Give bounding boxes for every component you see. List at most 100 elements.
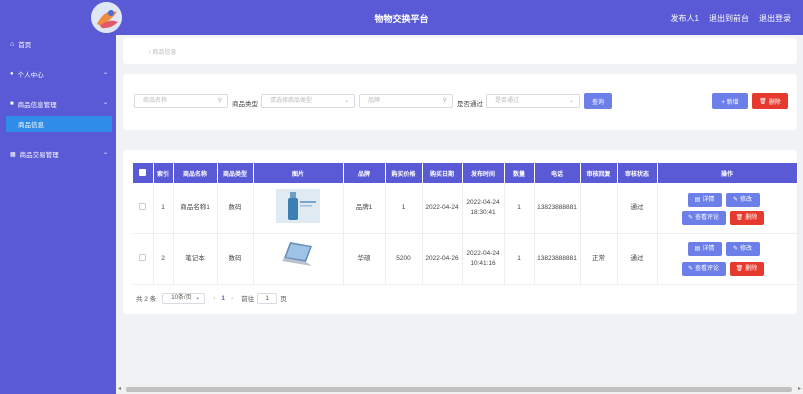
pass-select[interactable]: 是否通过 ⌄ [486,94,580,108]
view-comments-button[interactable]: ✎ 查看评论 [681,262,726,276]
cell-buy-date: 2022-04-26 [422,233,463,285]
cell-publish-time: 2022-04-24 10:41:16 [462,233,505,285]
pass-label: 是否通过 [457,101,483,108]
logout-link[interactable]: 退出登录 [759,13,791,24]
sidebar-item-label: 商品信息管理 [17,102,57,109]
cell-index: 1 [153,183,174,234]
home-icon: ⌂ [10,40,15,48]
user-icon: ● [10,71,14,77]
col-header: 操作 [657,163,798,183]
top-bar: 物物交换平台 发布人1 退出到前台 退出登录 [0,0,803,35]
cell-name: 商品名称1 [173,183,218,234]
scrollbar-thumb[interactable] [126,387,792,392]
cell-qty: 1 [504,233,535,285]
chevron-down-icon: ⌄ [343,98,349,104]
goto-page-input[interactable]: 1 [257,292,278,304]
edit-icon: ✎ [687,266,693,272]
scroll-left-icon[interactable]: ◂ [118,385,121,392]
sidebar-item-label: 商品信息 [18,122,44,129]
sidebar-item-goods-manage[interactable]: ■ 商品信息管理 ⌄ [0,96,116,112]
name-search-input[interactable]: 商品名称 ⚲ [134,94,228,108]
col-header: 数量 [504,163,535,183]
sidebar-item-label: 个人中心 [17,72,44,79]
product-image [276,240,320,274]
sidebar-item-label: 首页 [18,42,32,49]
cell-reply: 正常 [580,233,618,285]
type-label: 商品类型 [232,101,258,108]
col-header: 审核状态 [617,163,658,183]
batch-delete-button[interactable]: 🗑 删除 [752,93,788,109]
page-size-select[interactable]: 10条/页 ⌄ [162,292,206,304]
cell-type: 数码 [217,183,254,234]
col-header: 购买价格 [385,163,423,183]
col-header: 商品名称 [173,163,218,183]
breadcrumb: / 商品信息 [149,50,177,56]
select-all-checkbox[interactable] [139,168,147,176]
search-icon: ⚲ [442,98,447,104]
scroll-right-icon[interactable]: ▸ [798,385,801,392]
cell-qty: 1 [504,183,535,234]
detail-button[interactable]: ▤ 详情 [687,193,722,207]
back-to-front-link[interactable]: 退出到前台 [709,13,749,24]
search-icon: ⚲ [217,98,222,104]
current-user: 发布人1 [670,14,699,23]
sidebar-item-goods-info[interactable]: 商品信息 [6,116,112,132]
edit-button[interactable]: ✎ 修改 [725,242,760,256]
col-header: 发布时间 [462,163,505,183]
search-button[interactable]: 查询 [584,93,612,109]
sidebar-item-profile[interactable]: ● 个人中心 ⌄ [0,66,116,82]
add-button[interactable]: + 新增 [712,93,748,109]
row-checkbox[interactable] [139,202,147,210]
cell-reply [580,183,618,234]
prev-page-icon[interactable]: ‹ [213,295,215,302]
delete-button[interactable]: 🗑 删除 [729,262,764,276]
horizontal-scrollbar[interactable]: ◂ ▸ [116,385,803,394]
col-header: 图片 [253,163,344,183]
document-icon: ▤ [694,246,701,252]
col-header: 电话 [534,163,581,183]
cell-buy-date: 2022-04-24 [422,183,463,234]
sidebar: ⌂ 首页 ● 个人中心 ⌄ ■ 商品信息管理 ⌄ 商品信息 ▦ 商品交易管理 ⌄ [0,35,116,394]
cell-brand: 品牌1 [343,183,386,234]
select-all-header[interactable] [133,163,154,183]
cell-index: 2 [153,233,174,285]
row-checkbox[interactable] [139,253,147,261]
cell-status: 通过 [617,233,658,285]
detail-button[interactable]: ▤ 详情 [687,242,722,256]
cell-name: 笔记本 [173,233,218,285]
view-comments-button[interactable]: ✎ 查看评论 [681,211,726,225]
product-image [276,189,320,223]
table-row: 2 笔记本 数码 华硕 5200 2022-04-26 2022-04-24 1… [133,233,798,285]
grid-icon: ▦ [10,151,16,158]
cell-price: 5200 [385,233,423,285]
col-header: 购买日期 [422,163,463,183]
sidebar-item-home[interactable]: ⌂ 首页 [0,36,116,52]
page-unit-label: 页 [280,296,287,303]
document-icon: ▤ [694,197,701,203]
sidebar-item-trade-manage[interactable]: ▦ 商品交易管理 ⌄ [0,146,116,162]
goods-table: 索引 商品名称 商品类型 图片 品牌 购买价格 购买日期 发布时间 数量 电话 … [133,163,798,285]
col-header: 审核回复 [580,163,618,183]
chevron-down-icon: ⌄ [195,294,201,301]
trash-icon: 🗑 [759,98,767,105]
trash-icon: 🗑 [735,215,744,221]
current-page[interactable]: 1 [221,295,225,302]
delete-button[interactable]: 🗑 删除 [729,211,764,225]
cell-type: 数码 [217,233,254,285]
edit-icon: ✎ [732,197,738,203]
cell-brand: 华硕 [343,233,386,285]
col-header: 索引 [153,163,174,183]
edit-button[interactable]: ✎ 修改 [725,193,760,207]
chevron-down-icon: ⌄ [102,150,108,156]
cell-phone: 13823888881 [534,233,581,285]
edit-icon: ✎ [732,246,738,252]
next-page-icon[interactable]: › [231,295,233,302]
brand-search-input[interactable]: 品牌 ⚲ [359,94,453,108]
col-header: 商品类型 [217,163,254,183]
goto-label: 前往 [241,296,255,303]
breadcrumb-panel: / 商品信息 [123,38,797,64]
pagination: 共 2 条 10条/页 ⌄ ‹ 1 › 前往 1 页 [136,292,287,304]
total-count: 共 2 条 [136,296,157,303]
type-select[interactable]: 请选择商品类型 ⌄ [261,94,355,108]
chevron-down-icon: ⌄ [102,70,108,76]
